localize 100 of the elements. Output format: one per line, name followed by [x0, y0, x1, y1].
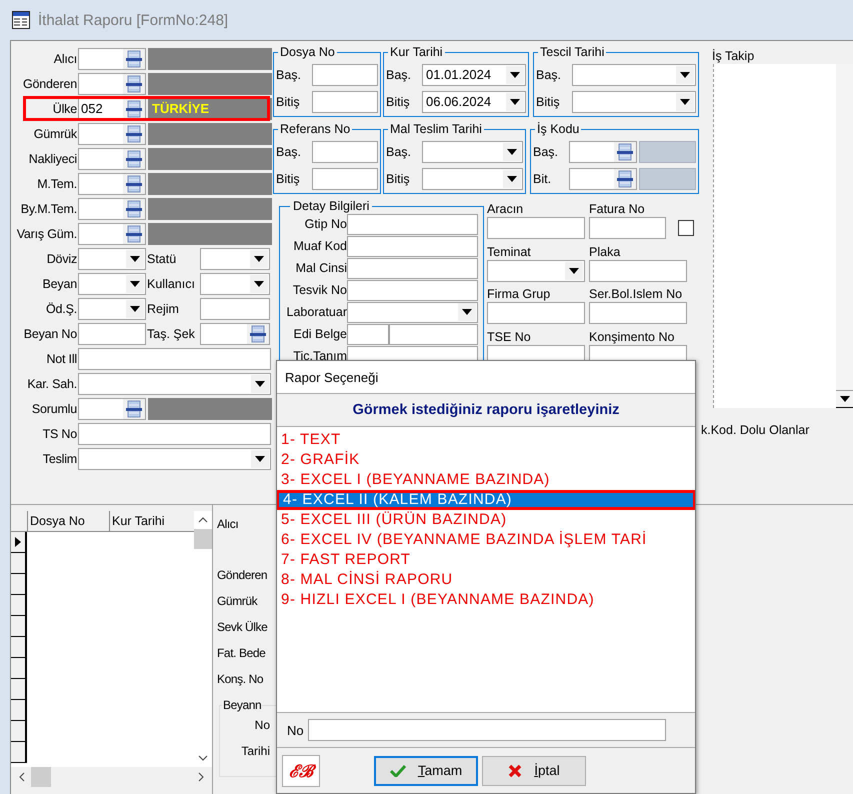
cancel-button[interactable]: İptal	[482, 756, 586, 786]
lookup-button[interactable]	[614, 168, 636, 188]
report-option[interactable]: 3- EXCEL I (BEYANNAME BAZINDA)	[277, 470, 695, 490]
dropdown[interactable]	[78, 272, 146, 294]
input-field[interactable]	[347, 236, 478, 256]
lookup-button[interactable]	[123, 148, 145, 168]
lookup-field[interactable]	[569, 168, 637, 190]
dropdown-arrow-icon	[254, 256, 264, 262]
date-dropdown[interactable]	[572, 90, 696, 112]
dropdown-arrow-icon	[510, 72, 520, 78]
group-title: Tescil Tarihi	[539, 45, 606, 59]
date-dropdown[interactable]	[422, 168, 523, 190]
field-label: Not Ill	[45, 352, 78, 366]
lookup-button[interactable]	[123, 48, 145, 68]
input-field[interactable]	[312, 64, 378, 86]
input-field[interactable]	[347, 280, 478, 300]
dropdown[interactable]	[200, 272, 270, 294]
dropdown[interactable]	[200, 248, 270, 270]
dropdown[interactable]	[347, 302, 478, 322]
lookup-field[interactable]	[78, 398, 146, 420]
lookup-button[interactable]	[123, 398, 145, 418]
date-dropdown[interactable]: 06.06.2024	[422, 90, 526, 112]
date-dropdown[interactable]	[572, 64, 696, 86]
input-field[interactable]	[389, 324, 478, 344]
row-indicator[interactable]	[11, 679, 27, 700]
input-field[interactable]	[487, 302, 585, 324]
row-indicator[interactable]	[11, 595, 27, 616]
dropdown[interactable]	[487, 260, 585, 282]
lookup-button[interactable]	[123, 224, 145, 244]
field-label: Tarihi	[240, 743, 271, 760]
row-indicator[interactable]	[11, 574, 27, 595]
input-field[interactable]	[589, 260, 687, 282]
scroll-right-icon	[198, 772, 204, 782]
lookup-field[interactable]	[78, 148, 146, 170]
input-field[interactable]	[78, 348, 271, 370]
lookup-field[interactable]	[569, 140, 637, 162]
lookup-button[interactable]	[123, 174, 145, 194]
lookup-button[interactable]	[123, 74, 145, 94]
date-dropdown[interactable]	[422, 140, 523, 162]
lookup-button[interactable]	[123, 98, 145, 118]
lookup-field[interactable]	[78, 122, 146, 144]
input-field[interactable]	[78, 422, 271, 444]
report-option[interactable]: 8- MAL CİNSİ RAPORU	[277, 570, 695, 590]
row-indicator[interactable]	[11, 616, 27, 637]
report-option[interactable]: 6- EXCEL IV (BEYANNAME BAZINDA İŞLEM TARİ	[277, 530, 695, 550]
date-dropdown[interactable]: 01.01.2024	[422, 64, 526, 86]
ok-button[interactable]: Tamam	[374, 756, 478, 786]
report-option[interactable]: 2- GRAFİK	[277, 450, 695, 470]
report-option[interactable]: 4- EXCEL II (KALEM BAZINDA)	[277, 490, 695, 510]
input-field[interactable]	[347, 258, 478, 278]
input-field[interactable]	[312, 140, 378, 162]
row-indicator[interactable]	[11, 700, 27, 721]
dropdown[interactable]	[78, 298, 146, 320]
list-icon	[126, 174, 142, 192]
input-field[interactable]	[487, 217, 585, 239]
row-indicator[interactable]	[11, 532, 27, 553]
row-indicator[interactable]	[11, 553, 27, 574]
input-field[interactable]	[347, 214, 478, 234]
field-label: Taş. Şek	[146, 326, 196, 340]
report-option[interactable]: 1- TEXT	[277, 430, 695, 450]
scroll-down-icon	[840, 396, 850, 402]
input-field[interactable]	[78, 322, 146, 344]
field-label: Bitiş	[386, 172, 411, 186]
row-indicator[interactable]	[11, 658, 27, 679]
lookup-field[interactable]	[200, 322, 270, 344]
row-indicator[interactable]	[11, 637, 27, 658]
lookup-field[interactable]	[78, 48, 146, 70]
field-label: Sevk Ülke	[217, 620, 268, 636]
checkbox[interactable]	[678, 220, 694, 236]
scrollbar[interactable]	[836, 64, 853, 408]
option-label: k.Kod. Dolu Olanlar	[701, 423, 810, 437]
lookup-button[interactable]	[614, 142, 636, 162]
column-header[interactable]: Dosya No	[27, 511, 109, 531]
lookup-button[interactable]	[123, 124, 145, 144]
report-option[interactable]: 9- HIZLI EXCEL I (BEYANNAME BAZINDA)	[277, 590, 695, 610]
row-indicator[interactable]	[11, 721, 27, 742]
lookup-field[interactable]	[78, 72, 146, 94]
report-list[interactable]	[277, 427, 695, 713]
list-icon	[126, 150, 142, 168]
input-field[interactable]	[200, 298, 270, 320]
input-field[interactable]	[312, 90, 378, 112]
scroll-thumb[interactable]	[194, 529, 212, 549]
field-label: Teslim	[42, 452, 78, 466]
scroll-thumb[interactable]	[31, 767, 51, 787]
input-field[interactable]	[312, 168, 378, 190]
input-field[interactable]	[347, 324, 389, 344]
lookup-field[interactable]	[78, 172, 146, 194]
input-field[interactable]	[589, 217, 666, 239]
row-indicator[interactable]	[11, 742, 27, 763]
lookup-field[interactable]	[78, 222, 146, 244]
lookup-field[interactable]	[78, 198, 146, 220]
dropdown[interactable]	[78, 248, 146, 270]
lookup-button[interactable]	[247, 324, 269, 344]
input-field[interactable]	[589, 302, 687, 324]
input-field[interactable]	[308, 719, 666, 741]
column-header[interactable]: Kur Tarihi	[109, 511, 192, 531]
dropdown[interactable]	[78, 448, 271, 470]
report-option[interactable]: 7- FAST REPORT	[277, 550, 695, 570]
lookup-button[interactable]	[123, 198, 145, 218]
report-option[interactable]: 5- EXCEL III (ÜRÜN BAZINDA)	[277, 510, 695, 530]
